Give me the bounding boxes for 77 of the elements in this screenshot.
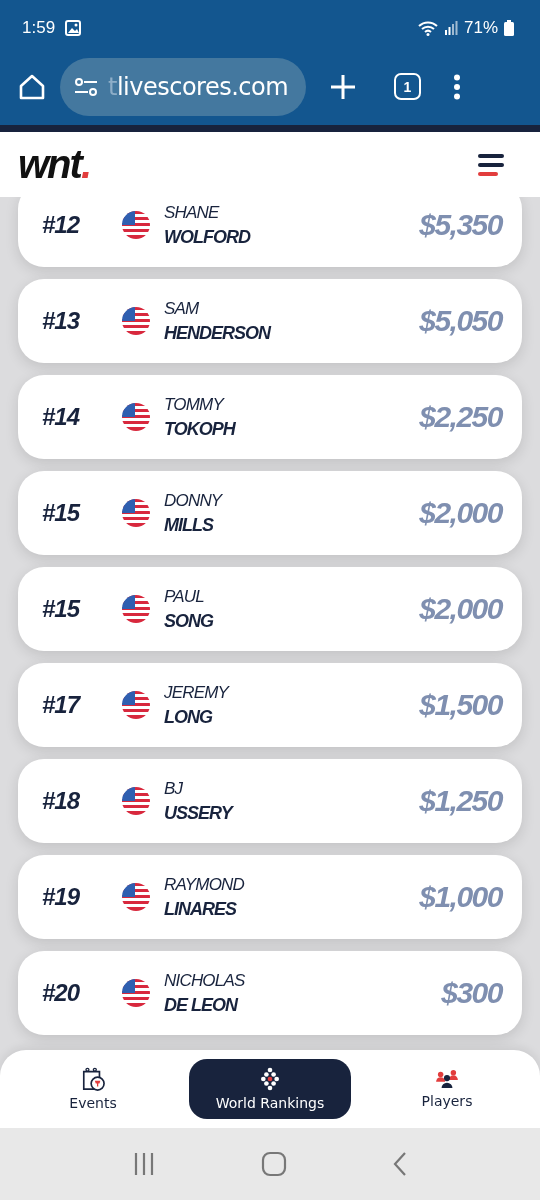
prize-amount: $5,050 [419, 304, 502, 338]
address-bar[interactable]: tlivescores.com [60, 57, 306, 116]
us-flag-icon [122, 499, 150, 527]
last-name: DE LEON [164, 994, 239, 1016]
last-name: USSERY [164, 802, 235, 824]
prize-amount: $1,500 [419, 688, 502, 722]
first-name: RAYMOND [164, 874, 246, 895]
menu-icon[interactable] [453, 73, 461, 100]
rank-number: #17 [42, 691, 82, 719]
first-name: JEREMY [164, 682, 231, 703]
home-icon[interactable] [261, 1151, 287, 1177]
rank-number: #14 [42, 403, 81, 431]
ranking-card[interactable]: #13 SAM HENDERSON $5,050 [18, 279, 522, 363]
nav-tab[interactable]: Events [12, 1059, 174, 1119]
tab-count-button[interactable]: 1 [394, 73, 421, 100]
home-button[interactable] [18, 72, 46, 101]
ranking-card[interactable]: #18 BJ USSERY $1,250 [18, 759, 522, 843]
back-icon[interactable] [391, 1151, 408, 1177]
url-text: tlivescores.com [108, 72, 289, 101]
prize-amount: $1,250 [419, 784, 502, 818]
site-logo[interactable]: wnt. [18, 142, 90, 187]
ranking-card[interactable]: #17 JEREMY LONG $1,500 [18, 663, 522, 747]
battery-icon [504, 20, 514, 36]
ranking-card[interactable]: #19 RAYMOND LINARES $1,000 [18, 855, 522, 939]
battery-level: 71% [463, 18, 498, 38]
ranking-card[interactable]: #14 TOMMY TOKOPH $2,250 [18, 375, 522, 459]
diamond-dots-icon [261, 1067, 279, 1091]
last-name: TOKOPH [164, 418, 237, 440]
prize-amount: $2,000 [419, 592, 502, 626]
last-name: MILLS [164, 514, 215, 536]
rank-number: #13 [42, 307, 81, 335]
ranking-card[interactable]: #15 PAUL SONG $2,000 [18, 567, 522, 651]
prize-amount: $2,000 [419, 496, 502, 530]
signal-icon [443, 20, 458, 36]
rank-number: #15 [42, 499, 81, 527]
ranking-card[interactable]: #20 NICHOLAS DE LEON $300 [18, 951, 522, 1035]
us-flag-icon [122, 691, 150, 719]
prize-amount: $1,000 [419, 880, 502, 914]
us-flag-icon [122, 979, 150, 1007]
rank-number: #12 [42, 211, 81, 239]
prize-amount: $2,250 [419, 400, 502, 434]
menu-icon[interactable] [478, 152, 504, 177]
first-name: BJ [164, 778, 184, 799]
rank-number: #15 [42, 595, 81, 623]
image-icon [65, 20, 82, 36]
first-name: PAUL [164, 586, 205, 607]
first-name: TOMMY [164, 394, 226, 415]
status-time: 1:59 [22, 18, 56, 38]
rank-number: #20 [42, 979, 81, 1007]
people-icon [435, 1069, 459, 1089]
last-name: LINARES [164, 898, 238, 920]
site-settings-icon[interactable] [74, 77, 98, 96]
last-name: LONG [164, 706, 214, 728]
us-flag-icon [122, 307, 150, 335]
last-name: SONG [164, 610, 215, 632]
nav-tab[interactable]: Players [366, 1059, 528, 1119]
rank-number: #18 [42, 787, 81, 815]
wifi-icon [417, 20, 438, 36]
nav-tab[interactable]: World Rankings [189, 1059, 351, 1119]
prize-amount: $300 [441, 976, 502, 1010]
us-flag-icon [122, 211, 150, 239]
ranking-card[interactable]: #12 SHANE WOLFORD $5,350 [18, 197, 522, 267]
us-flag-icon [122, 787, 150, 815]
first-name: SHANE [164, 202, 221, 223]
first-name: SAM [164, 298, 200, 319]
rank-number: #19 [42, 883, 81, 911]
first-name: NICHOLAS [164, 970, 246, 991]
ranking-card[interactable]: #15 DONNY MILLS $2,000 [18, 471, 522, 555]
first-name: DONNY [164, 490, 224, 511]
us-flag-icon [122, 403, 150, 431]
prize-amount: $5,350 [419, 208, 502, 242]
last-name: HENDERSON [164, 322, 272, 344]
us-flag-icon [122, 595, 150, 623]
calendar-trophy-icon [81, 1067, 105, 1091]
last-name: WOLFORD [164, 226, 252, 248]
us-flag-icon [122, 883, 150, 911]
new-tab-button[interactable] [330, 73, 356, 100]
